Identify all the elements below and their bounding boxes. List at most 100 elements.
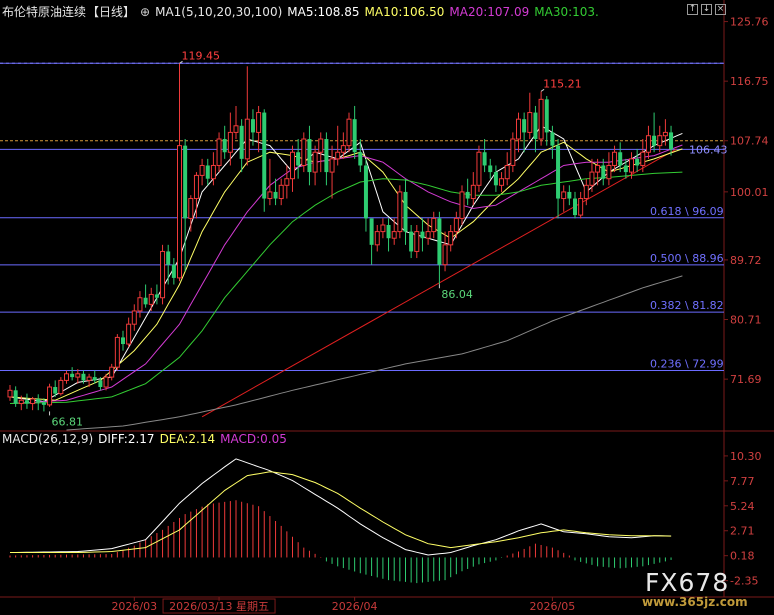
candle-body-up	[86, 376, 92, 381]
price-chart[interactable]: 0.618 \ 96.09 0.500 \ 88.96 0.382 \ 81.82 0…	[0, 0, 774, 615]
candle-body-down	[544, 99, 549, 133]
candle-body-up	[431, 217, 437, 233]
price-axis: 125.76 116.75 107.74 100.01 89.72 80.71 71.69	[724, 16, 769, 386]
moving-averages	[9, 125, 683, 431]
candle-body-up	[662, 131, 668, 137]
candle-body-up	[227, 131, 233, 153]
candlesticks	[7, 63, 674, 412]
candle-body-up	[448, 231, 454, 246]
diff-value: DIFF:2.17	[98, 432, 155, 446]
candle-body-down	[567, 191, 572, 199]
macd-tick-label: 10.30	[730, 450, 762, 463]
candle-body-up	[504, 164, 510, 180]
candle-body-down	[296, 152, 301, 166]
candle-body-down	[166, 251, 171, 265]
candle-body-up	[216, 138, 222, 166]
candle-body-down	[437, 218, 442, 265]
fib-label: 0.500 \ 88.96	[650, 252, 724, 265]
candle-body-down	[601, 165, 606, 179]
candle-body-up	[595, 164, 601, 173]
fib-label: 0.236 \ 72.99	[650, 358, 724, 371]
price-tick-label: 100.01	[730, 186, 769, 199]
macd-tick-label: 0.18	[730, 550, 755, 563]
candle-body-up	[589, 171, 595, 186]
candle-body-up	[527, 112, 533, 133]
candle-body-down	[550, 132, 555, 146]
date-label: 2026/04	[332, 600, 378, 613]
candle-body-up	[244, 118, 250, 160]
period-label[interactable]: 【日线】	[87, 5, 135, 19]
candle-body-up	[645, 135, 651, 153]
candle-body-up	[160, 250, 166, 299]
ma-parameters[interactable]: MA1(5,10,20,30,100)	[155, 5, 282, 19]
ma-line-ma100	[66, 275, 683, 431]
candle-body-down	[143, 297, 148, 305]
candle-body-down	[556, 145, 561, 199]
candle-body-up	[126, 323, 132, 345]
candle-body-up	[583, 184, 589, 200]
candle-body-up	[312, 151, 318, 173]
price-tick-label: 107.74	[730, 135, 769, 148]
candle-body-down	[205, 165, 210, 179]
candle-body-down	[154, 294, 159, 298]
candle-body-up	[340, 145, 346, 153]
candle-body-down	[183, 145, 188, 219]
candle-body-up	[414, 231, 420, 252]
macd-header: MACD(26,12,9) DIFF:2.17 DEA:2.14 MACD:0.05	[2, 432, 292, 446]
candle-body-down	[482, 152, 487, 166]
candle-body-up	[318, 138, 324, 153]
candle-body-down	[41, 402, 46, 405]
candle-body-up	[75, 373, 81, 378]
candle-body-up	[137, 297, 143, 312]
candle-body-up	[47, 386, 53, 406]
macd-tick-label: -2.35	[730, 575, 758, 588]
candle-body-down	[98, 380, 103, 388]
date-axis: 2026/03 2026/03/13 星期五 2026/04 2026/05	[111, 597, 576, 614]
candle-body-up	[329, 158, 335, 173]
candle-body-up	[58, 379, 64, 395]
candle-body-down	[420, 231, 425, 239]
candle-body-up	[516, 118, 521, 140]
candle-body-up	[335, 151, 341, 160]
candle-body-down	[250, 119, 255, 133]
price-tick-label: 71.69	[730, 373, 762, 386]
macd-value: MACD:0.05	[220, 432, 287, 446]
candle-body-up	[640, 151, 646, 166]
date-label: 2026/03/13 星期五	[169, 600, 269, 613]
scroll-up-icon[interactable]: ↑	[687, 4, 698, 15]
macd-tick-label: 5.24	[730, 500, 755, 513]
instrument-title[interactable]: 布伦特原油连续	[2, 5, 86, 19]
candle-body-down	[409, 231, 414, 252]
candle-body-up	[374, 231, 380, 246]
candle-body-up	[30, 398, 36, 405]
macd-tick-label: 2.71	[730, 525, 755, 538]
candle-body-up	[199, 164, 205, 176]
candle-body-down	[493, 172, 498, 186]
candle-body-up	[397, 191, 403, 233]
candle-body-up	[103, 376, 109, 388]
candle-body-up	[538, 98, 544, 140]
close-icon[interactable]: ×	[715, 4, 726, 15]
candle-body-up	[612, 151, 618, 166]
date-label: 2026/05	[530, 600, 576, 613]
candle-body-up	[64, 373, 69, 381]
candle-body-down	[465, 191, 470, 199]
macd-title[interactable]: MACD(26,12,9)	[2, 432, 93, 446]
candle-body-up	[278, 184, 284, 200]
candle-body-up	[380, 224, 386, 233]
candle-body-down	[533, 112, 538, 140]
scroll-down-icon[interactable]: ↓	[701, 4, 712, 15]
price-tick-label: 89.72	[730, 254, 762, 267]
candle-body-up	[131, 310, 137, 325]
ma5-value: MA5:108.85	[287, 5, 360, 19]
price-tick-label: 116.75	[730, 75, 769, 88]
candle-body-down	[669, 132, 674, 150]
candle-body-up	[657, 135, 663, 147]
candle-body-down	[222, 139, 227, 153]
candle-body-up	[193, 174, 199, 200]
fx678-logo: FX678	[645, 568, 730, 597]
annotation-label: 119.45	[182, 49, 221, 62]
settings-icon[interactable]: ⊕	[140, 5, 150, 19]
candle-body-down	[262, 112, 267, 199]
candle-body-down	[307, 139, 312, 173]
